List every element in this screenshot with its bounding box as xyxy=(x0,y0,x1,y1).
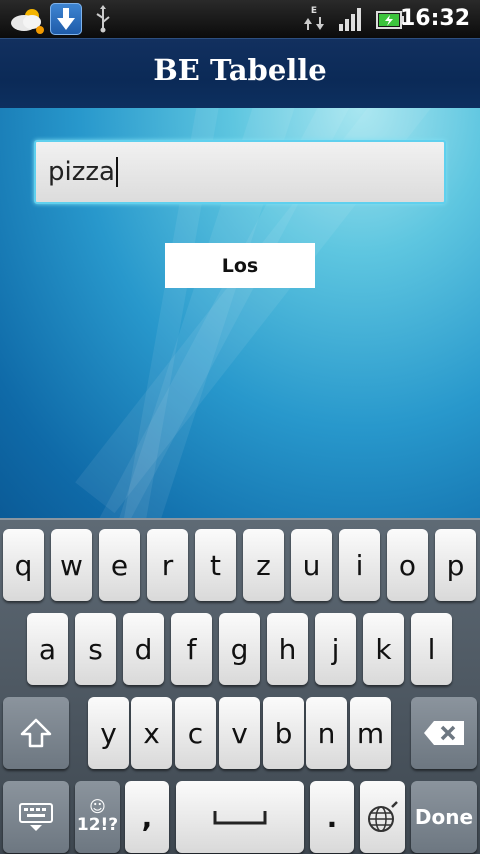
usb-icon xyxy=(96,5,110,33)
language-key[interactable] xyxy=(360,781,405,853)
key-m[interactable]: m xyxy=(350,697,391,769)
key-label: j xyxy=(331,632,340,666)
period-key[interactable]: . xyxy=(310,781,354,853)
key-label: 12!? xyxy=(76,815,119,835)
key-label: h xyxy=(278,632,297,666)
key-j[interactable]: j xyxy=(315,613,356,685)
key-label: d xyxy=(134,632,153,666)
done-key[interactable]: Done xyxy=(411,781,477,853)
key-e[interactable]: e xyxy=(99,529,140,601)
key-q[interactable]: q xyxy=(3,529,44,601)
key-label: t xyxy=(210,548,221,582)
download-icon xyxy=(50,3,82,35)
key-o[interactable]: o xyxy=(387,529,428,601)
key-label: a xyxy=(38,632,57,666)
app-title: BE Tabelle xyxy=(153,53,327,87)
key-i[interactable]: i xyxy=(339,529,380,601)
key-w[interactable]: w xyxy=(51,529,92,601)
space-key[interactable] xyxy=(176,781,304,853)
key-l[interactable]: l xyxy=(411,613,452,685)
key-s[interactable]: s xyxy=(75,613,116,685)
key-v[interactable]: v xyxy=(219,697,260,769)
status-bar: E 16:32 xyxy=(0,0,480,38)
key-label: g xyxy=(230,632,249,666)
search-button[interactable]: Los xyxy=(165,243,315,288)
key-label: p xyxy=(446,548,465,582)
key-label: i xyxy=(355,548,364,582)
key-label: f xyxy=(186,632,197,666)
key-b[interactable]: b xyxy=(263,697,304,769)
hide-keyboard-key[interactable] xyxy=(3,781,69,853)
key-label: Done xyxy=(414,805,474,829)
key-label: c xyxy=(187,716,204,750)
clock: 16:32 xyxy=(399,6,470,31)
key-label: z xyxy=(256,548,271,582)
key-y[interactable]: y xyxy=(88,697,129,769)
symbols-key[interactable]: ☺ 12!? xyxy=(75,781,120,853)
key-label: n xyxy=(317,716,336,750)
data-e-icon: E xyxy=(304,6,324,30)
key-a[interactable]: a xyxy=(27,613,68,685)
key-label: b xyxy=(274,716,293,750)
key-k[interactable]: k xyxy=(363,613,404,685)
key-label: o xyxy=(398,548,417,582)
main-content: pizza Los xyxy=(0,108,480,518)
key-z[interactable]: z xyxy=(243,529,284,601)
signal-icon xyxy=(339,8,361,31)
key-f[interactable]: f xyxy=(171,613,212,685)
key-label: w xyxy=(60,548,83,582)
search-input-value: pizza xyxy=(48,157,115,187)
key-label: u xyxy=(302,548,321,582)
key-p[interactable]: p xyxy=(435,529,476,601)
key-u[interactable]: u xyxy=(291,529,332,601)
key-d[interactable]: d xyxy=(123,613,164,685)
key-label: v xyxy=(231,716,248,750)
key-r[interactable]: r xyxy=(147,529,188,601)
key-label: e xyxy=(110,548,129,582)
key-x[interactable]: x xyxy=(131,697,172,769)
backspace-icon xyxy=(424,721,464,745)
weather-icon xyxy=(11,9,44,34)
keyboard-hide-icon xyxy=(19,803,53,831)
key-label: l xyxy=(427,632,436,666)
key-c[interactable]: c xyxy=(175,697,216,769)
soft-keyboard: q w e r t z u i o p a s d f g h j k l y … xyxy=(0,518,480,854)
shift-key[interactable] xyxy=(3,697,69,769)
key-label: . xyxy=(326,800,338,834)
key-label: y xyxy=(100,716,117,750)
smiley-icon: ☺ xyxy=(89,797,106,816)
key-label: m xyxy=(356,716,385,750)
data-network-label: E xyxy=(311,6,317,16)
shift-icon xyxy=(20,718,52,748)
comma-key[interactable]: , xyxy=(125,781,169,853)
key-g[interactable]: g xyxy=(219,613,260,685)
title-bar: BE Tabelle xyxy=(0,38,480,108)
key-label: q xyxy=(14,548,33,582)
text-cursor xyxy=(115,157,118,187)
backspace-key[interactable] xyxy=(411,697,477,769)
key-label: r xyxy=(161,548,174,582)
key-h[interactable]: h xyxy=(267,613,308,685)
key-t[interactable]: t xyxy=(195,529,236,601)
key-n[interactable]: n xyxy=(306,697,347,769)
key-label: s xyxy=(88,632,103,666)
globe-icon xyxy=(367,801,398,832)
search-input[interactable]: pizza xyxy=(34,140,446,204)
key-label: k xyxy=(375,632,392,666)
key-label: x xyxy=(143,716,160,750)
space-bar-icon xyxy=(213,811,267,825)
key-label: , xyxy=(141,800,153,834)
